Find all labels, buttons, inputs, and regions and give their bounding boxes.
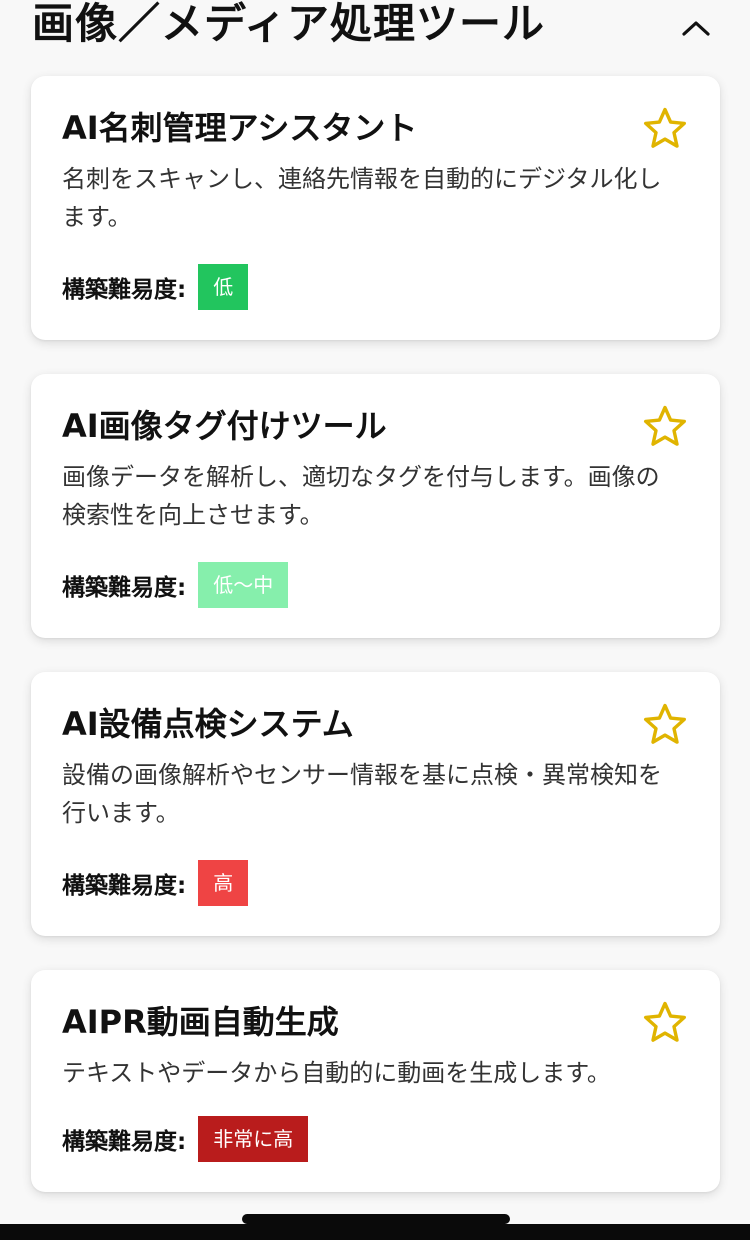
- favorite-button[interactable]: [640, 998, 690, 1048]
- difficulty-row: 構築難易度: 低〜中: [62, 562, 289, 608]
- card-title: AI設備点検システム: [62, 705, 354, 743]
- favorite-button[interactable]: [640, 104, 690, 154]
- chevron-up-icon: [682, 21, 710, 36]
- difficulty-row: 構築難易度: 低: [62, 264, 249, 310]
- tool-card[interactable]: AI設備点検システム 設備の画像解析やセンサー情報を基に点検・異常検知を行います…: [31, 672, 720, 936]
- bottom-bar: [0, 1224, 750, 1240]
- star-outline-icon: [644, 107, 686, 148]
- section-header: 画像／メディア処理ツール: [0, 0, 750, 60]
- collapse-button[interactable]: [672, 6, 720, 50]
- difficulty-row: 構築難易度: 非常に高: [62, 1116, 309, 1162]
- card-title: AIPR動画自動生成: [62, 1003, 339, 1041]
- difficulty-badge: 低〜中: [198, 562, 289, 608]
- difficulty-label: 構築難易度:: [62, 575, 187, 601]
- tool-card-list: AI名刺管理アシスタント 名刺をスキャンし、連絡先情報を自動的にデジタル化します…: [31, 76, 720, 1192]
- card-description: テキストやデータから自動的に動画を生成します。: [62, 1059, 611, 1087]
- star-outline-icon: [644, 1001, 686, 1042]
- card-description: 画像データを解析し、適切なタグを付与します。画像の検索性を向上させます。: [62, 463, 660, 529]
- difficulty-badge: 高: [198, 860, 249, 906]
- star-outline-icon: [644, 703, 686, 744]
- difficulty-badge: 非常に高: [198, 1116, 309, 1162]
- difficulty-label: 構築難易度:: [62, 277, 187, 303]
- favorite-button[interactable]: [640, 402, 690, 452]
- difficulty-badge: 低: [198, 264, 249, 310]
- card-description: 設備の画像解析やセンサー情報を基に点検・異常検知を行います。: [62, 761, 662, 827]
- tool-card[interactable]: AI画像タグ付けツール 画像データを解析し、適切なタグを付与します。画像の検索性…: [31, 374, 720, 638]
- tool-card[interactable]: AIPR動画自動生成 テキストやデータから自動的に動画を生成します。 構築難易度…: [31, 970, 720, 1192]
- card-description: 名刺をスキャンし、連絡先情報を自動的にデジタル化します。: [62, 165, 662, 231]
- star-outline-icon: [644, 405, 686, 446]
- favorite-button[interactable]: [640, 700, 690, 750]
- card-title: AI名刺管理アシスタント: [62, 109, 418, 147]
- difficulty-row: 構築難易度: 高: [62, 860, 249, 906]
- difficulty-label: 構築難易度:: [62, 873, 187, 899]
- section-title: 画像／メディア処理ツール: [32, 0, 546, 48]
- difficulty-label: 構築難易度:: [62, 1129, 187, 1155]
- home-indicator: [242, 1214, 510, 1224]
- card-title: AI画像タグ付けツール: [62, 407, 387, 445]
- tool-card[interactable]: AI名刺管理アシスタント 名刺をスキャンし、連絡先情報を自動的にデジタル化します…: [31, 76, 720, 340]
